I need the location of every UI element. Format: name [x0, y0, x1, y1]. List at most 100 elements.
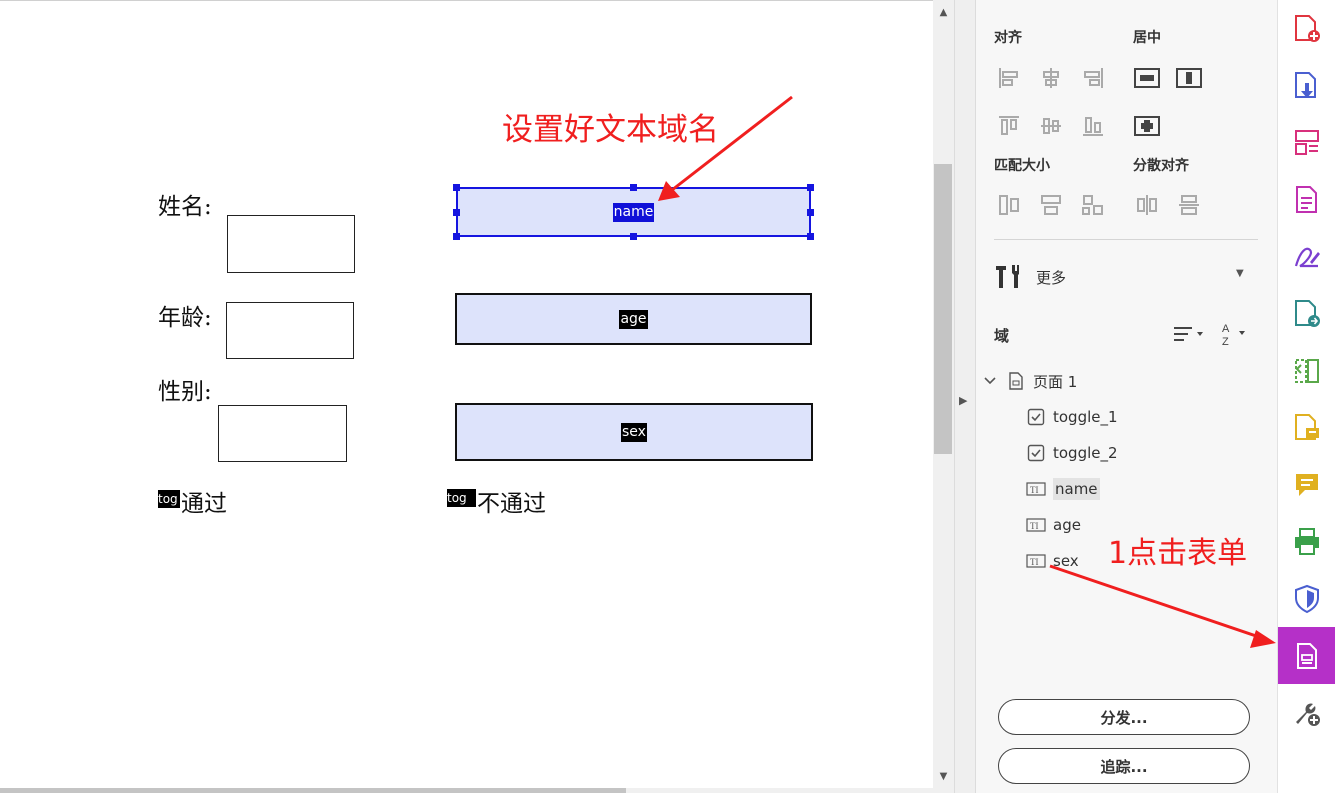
tree-item-toggle-2[interactable]: toggle_2 [1026, 439, 1118, 467]
page-icon [1006, 372, 1026, 390]
align-bottom-icon[interactable] [1080, 113, 1106, 139]
tools-icon[interactable] [993, 263, 1019, 289]
text-field-icon: TI [1026, 517, 1046, 533]
expand-arrow-icon[interactable]: ▶ [959, 394, 967, 407]
document-canvas[interactable]: 姓名: 年龄: 性别: name age sex tog 通过 tog 不通过 … [0, 0, 933, 793]
checkbox-icon [1026, 408, 1046, 426]
tree-page-label: 页面 1 [1033, 372, 1078, 391]
resize-handle[interactable] [453, 233, 460, 240]
name-label: 姓名: [158, 194, 212, 220]
resize-handle[interactable] [453, 184, 460, 191]
tools-rail [1277, 0, 1335, 793]
compare-icon[interactable] [1278, 342, 1335, 399]
prepare-form-icon[interactable] [1278, 627, 1335, 684]
panel-divider [994, 239, 1258, 240]
align-right-icon[interactable] [1080, 65, 1106, 91]
age-box [226, 302, 354, 359]
toggle-1-field[interactable]: tog [158, 490, 180, 508]
sex-text-field[interactable]: sex [455, 403, 813, 461]
center-both-icon[interactable] [1134, 113, 1160, 139]
horizontal-scrollbar[interactable] [0, 788, 933, 793]
document-scrollbar[interactable]: ▲ ▼ [933, 0, 954, 793]
center-horizontal-icon[interactable] [1134, 65, 1160, 91]
fail-label: 不通过 [477, 491, 546, 517]
distribute-horizontal-icon[interactable] [1134, 192, 1160, 218]
resize-handle[interactable] [630, 233, 637, 240]
chevron-down-icon[interactable] [982, 376, 998, 386]
scroll-down-icon[interactable]: ▼ [933, 768, 954, 786]
export-pdf-icon[interactable] [1278, 57, 1335, 114]
name-box [227, 215, 355, 273]
protect-icon[interactable] [1278, 570, 1335, 627]
track-button[interactable]: 追踪... [998, 748, 1250, 784]
tree-item-label: sex [1053, 552, 1079, 570]
tree-item-label: toggle_2 [1053, 444, 1118, 462]
more-tools-icon[interactable] [1278, 684, 1335, 741]
resize-handle[interactable] [807, 209, 814, 216]
more-label[interactable]: 更多 [1036, 267, 1066, 288]
svg-text:A: A [1222, 323, 1230, 335]
checkbox-icon [1026, 444, 1046, 462]
svg-text:TI: TI [1030, 521, 1039, 531]
text-field-icon: TI [1026, 553, 1046, 569]
distribute-button[interactable]: 分发... [998, 699, 1250, 735]
resize-handle[interactable] [807, 233, 814, 240]
name-field-tag: name [612, 202, 655, 222]
fields-title: 域 [994, 327, 1010, 345]
name-text-field[interactable]: name [456, 187, 811, 237]
tree-page-node[interactable]: 页面 1 [982, 367, 1077, 395]
sex-field-tag: sex [621, 422, 647, 442]
fill-sign-icon[interactable] [1278, 228, 1335, 285]
center-title: 居中 [1133, 30, 1161, 46]
svg-text:TI: TI [1030, 557, 1039, 567]
print-production-icon[interactable] [1278, 513, 1335, 570]
svg-text:Z: Z [1222, 336, 1229, 347]
sort-alpha-icon[interactable]: AZ [1220, 321, 1254, 347]
align-top-icon[interactable] [996, 113, 1022, 139]
tree-item-label: toggle_1 [1053, 408, 1118, 426]
panel-collapse-strip[interactable]: ▶ [954, 0, 976, 793]
age-field-tag: age [619, 309, 648, 329]
click-form-annotation: 1点击表单 [1108, 536, 1248, 571]
align-center-icon[interactable] [1038, 65, 1064, 91]
more-dropdown-icon[interactable]: ▼ [1236, 268, 1244, 279]
resize-handle[interactable] [453, 209, 460, 216]
toggle-2-field[interactable]: tog [447, 489, 476, 507]
form-tools-panel: 对齐 居中 匹配大小 分散对齐 更多 ▼ 域 AZ 页面 1 toggle_1 … [976, 0, 1277, 793]
send-for-signature-icon[interactable] [1278, 285, 1335, 342]
match-width-icon[interactable] [996, 192, 1022, 218]
scrollbar-thumb[interactable] [934, 164, 952, 454]
align-left-icon[interactable] [996, 65, 1022, 91]
match-both-icon[interactable] [1080, 192, 1106, 218]
center-vertical-icon[interactable] [1176, 65, 1202, 91]
tree-item-age[interactable]: TI age [1026, 511, 1081, 539]
sex-label: 性别: [158, 379, 212, 405]
organize-pages-icon[interactable] [1278, 114, 1335, 171]
align-title: 对齐 [994, 30, 1022, 46]
tree-item-toggle-1[interactable]: toggle_1 [1026, 403, 1118, 431]
age-label: 年龄: [158, 305, 212, 331]
resize-handle[interactable] [807, 184, 814, 191]
distribute-title: 分散对齐 [1133, 158, 1189, 174]
age-text-field[interactable]: age [455, 293, 812, 345]
hscroll-thumb[interactable] [0, 788, 626, 793]
comment-icon[interactable] [1278, 399, 1335, 456]
tree-item-sex[interactable]: TI sex [1026, 547, 1079, 575]
pass-label: 通过 [181, 491, 227, 517]
align-middle-icon[interactable] [1038, 113, 1064, 139]
sort-list-icon[interactable] [1171, 321, 1207, 347]
resize-handle[interactable] [630, 184, 637, 191]
match-size-title: 匹配大小 [994, 158, 1050, 174]
svg-text:TI: TI [1030, 485, 1039, 495]
tree-item-label: name [1053, 478, 1100, 500]
tree-item-name[interactable]: TI name [1026, 475, 1100, 503]
scroll-up-icon[interactable]: ▲ [933, 4, 954, 22]
match-height-icon[interactable] [1038, 192, 1064, 218]
text-field-icon: TI [1026, 481, 1046, 497]
comment-bubble-icon[interactable] [1278, 456, 1335, 513]
edit-pdf-icon[interactable] [1278, 171, 1335, 228]
distribute-vertical-icon[interactable] [1176, 192, 1202, 218]
field-name-annotation: 设置好文本域名 [502, 112, 719, 148]
create-pdf-icon[interactable] [1278, 0, 1335, 57]
tree-item-label: age [1053, 516, 1081, 534]
